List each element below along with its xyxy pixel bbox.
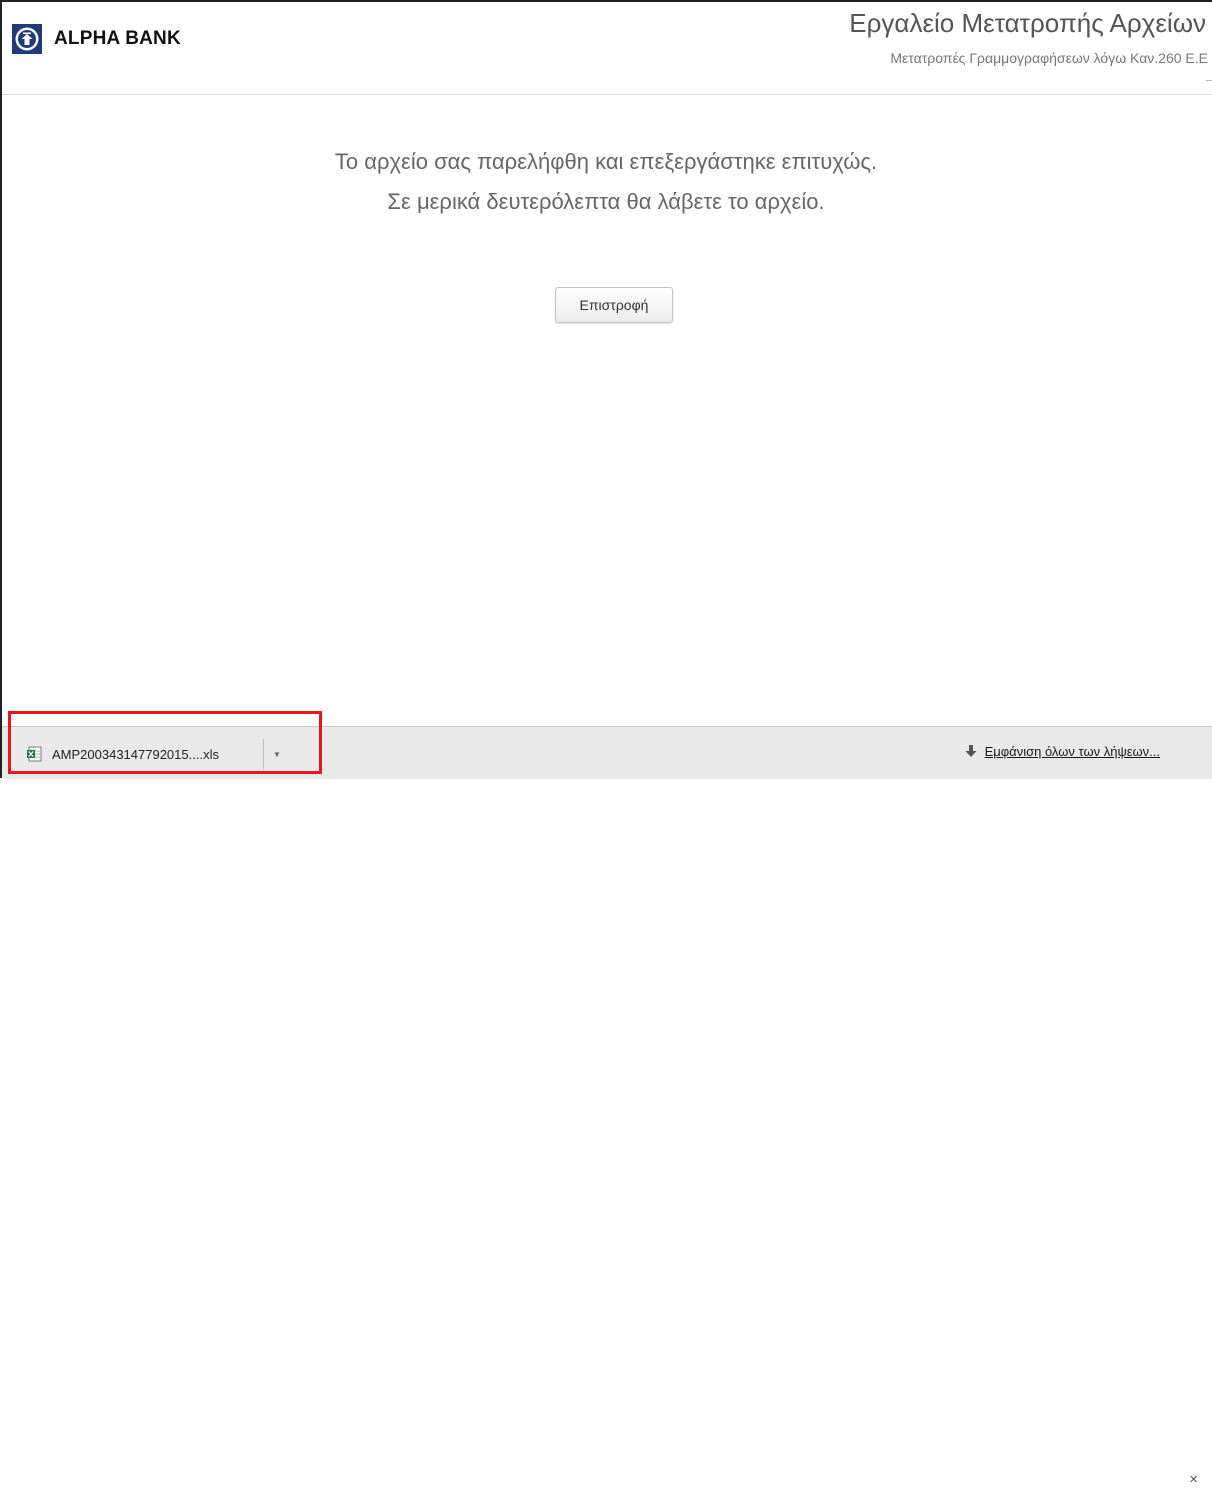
brand-name: ALPHA BANK <box>54 28 181 49</box>
header-divider <box>1206 80 1212 81</box>
app-subtitle: Μετατροπές Γραμμογραφήσεων λόγω Καν.260 … <box>890 50 1208 66</box>
show-all-downloads[interactable]: Εμφάνιση όλων των λήψεων... <box>965 744 1160 759</box>
status-message-line-1: Το αρχείο σας παρελήφθη και επεξεργάστηκ… <box>334 149 878 174</box>
close-download-bar-icon[interactable]: × <box>1189 1471 1198 1488</box>
show-all-downloads-link[interactable]: Εμφάνιση όλων των λήψεων... <box>985 744 1160 759</box>
brand-logo[interactable]: ALPHA BANK <box>12 24 181 54</box>
download-highlight-box <box>8 711 322 774</box>
browser-viewport <box>0 0 1212 778</box>
download-arrow-icon <box>965 745 977 757</box>
status-message-line-2: Σε μερικά δευτερόλεπτα θα λάβετε το αρχε… <box>387 189 825 214</box>
alpha-bank-logo-icon <box>12 24 42 54</box>
status-message: Το αρχείο σας παρελήφθη και επεξεργάστηκ… <box>0 142 1212 222</box>
return-button[interactable]: Επιστροφή <box>555 287 673 323</box>
app-title: Εργαλείο Μετατροπής Αρχείων <box>849 8 1206 38</box>
page-header: ALPHA BANK Εργαλείο Μετατροπής Αρχείων Μ… <box>2 2 1212 95</box>
